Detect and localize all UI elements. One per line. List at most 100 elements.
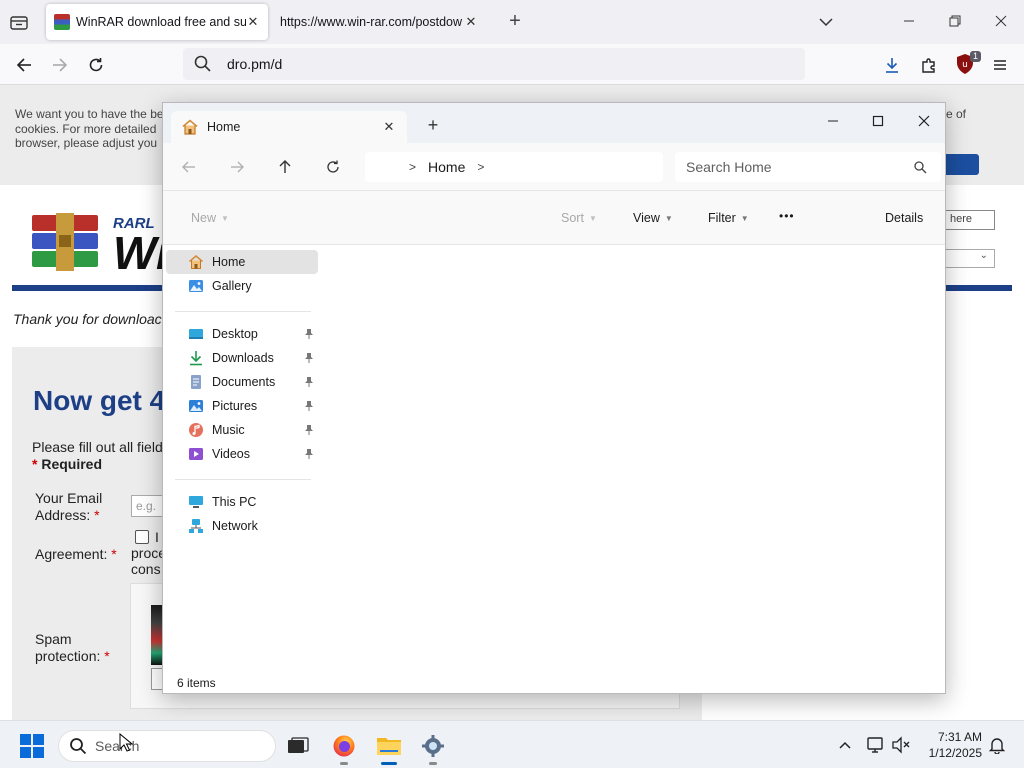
breadcrumb-chevron-icon[interactable]: > <box>477 160 484 174</box>
sidebar-item-videos[interactable]: Videos <box>166 442 318 466</box>
hamburger-menu-icon[interactable] <box>988 53 1012 77</box>
agreement-line: proce <box>131 545 167 561</box>
explorer-minimize-button[interactable] <box>818 109 848 135</box>
back-arrow-icon[interactable] <box>12 53 36 77</box>
sidebar-item-label: Home <box>212 255 246 269</box>
sidebar-item-music[interactable]: Music <box>166 418 318 442</box>
taskbar-app-file-explorer[interactable] <box>369 729 409 765</box>
taskbar-search-box[interactable]: Search <box>58 730 276 762</box>
tab-list-icon[interactable] <box>8 12 30 32</box>
pin-icon[interactable] <box>304 376 314 388</box>
explorer-close-button[interactable] <box>909 109 939 135</box>
agreement-label-text: Agreement: <box>35 546 108 562</box>
taskbar: Search 7:31 AM 1/12/2025 <box>0 720 1024 768</box>
taskbar-app-task-view[interactable] <box>278 729 318 765</box>
view-button[interactable]: View ▼ <box>633 211 673 225</box>
sidebar-item-label: Desktop <box>212 327 258 341</box>
close-tab-icon[interactable]: ✕ <box>464 14 478 30</box>
network-status-icon[interactable] <box>866 735 886 755</box>
explorer-maximize-button[interactable] <box>863 109 893 135</box>
view-button-label: View <box>633 211 660 225</box>
chevron-down-icon: ▼ <box>740 213 749 223</box>
breadcrumb-chevron-icon[interactable]: > <box>409 160 416 174</box>
new-tab-button[interactable]: + <box>505 10 525 34</box>
breadcrumb[interactable]: > Home > <box>365 152 663 182</box>
search-icon <box>193 54 213 74</box>
sort-button[interactable]: Sort ▼ <box>561 211 597 225</box>
home-icon <box>188 254 204 270</box>
email-label-line: Your Email <box>35 490 103 506</box>
clock-date: 1/12/2025 <box>928 746 982 760</box>
new-button[interactable]: New ▼ <box>191 211 229 225</box>
this-pc-icon <box>188 494 204 510</box>
running-indicator-active <box>381 762 397 765</box>
sidebar-item-downloads[interactable]: Downloads <box>166 346 318 370</box>
downloads-arrow-icon[interactable] <box>880 53 904 77</box>
search-icon <box>913 160 927 174</box>
taskbar-app-firefox[interactable] <box>324 729 364 765</box>
cookie-banner-text: We want you to have the be cookies. For … <box>15 107 165 151</box>
windows-start-icon[interactable] <box>20 734 44 758</box>
cookie-accept-button[interactable] <box>946 154 979 175</box>
pin-icon[interactable] <box>304 448 314 460</box>
details-button[interactable]: Details <box>885 211 923 225</box>
notification-bell-icon[interactable] <box>987 735 1007 755</box>
firefox-icon <box>332 734 356 761</box>
sidebar-item-label: Gallery <box>212 279 252 293</box>
list-all-tabs-chevron-icon[interactable] <box>816 12 836 32</box>
pin-icon[interactable] <box>304 400 314 412</box>
taskbar-clock[interactable]: 7:31 AM 1/12/2025 <box>918 729 982 761</box>
sidebar-item-label: Downloads <box>212 351 274 365</box>
explorer-back-arrow-icon[interactable] <box>179 157 199 177</box>
explorer-search-placeholder: Search Home <box>686 159 772 175</box>
sidebar-item-pictures[interactable]: Pictures <box>166 394 318 418</box>
file-list-area[interactable] <box>323 245 945 675</box>
browser-tab-winrar[interactable]: WinRAR download free and sup ✕ <box>46 4 268 40</box>
logo-winrar-text: Wi <box>113 227 169 279</box>
forward-arrow-icon[interactable] <box>48 53 72 77</box>
sidebar-item-desktop[interactable]: Desktop <box>166 322 318 346</box>
navigation-pane: Home Gallery Desktop Downloads Documents… <box>163 245 323 675</box>
explorer-tab-title: Home <box>207 120 241 134</box>
browser-minimize-button[interactable] <box>897 10 921 34</box>
language-select[interactable]: ⌄ <box>946 249 995 268</box>
extensions-puzzle-icon[interactable] <box>917 53 941 77</box>
filter-button[interactable]: Filter ▼ <box>708 211 749 225</box>
ublock-origin-extension-icon[interactable]: u 1 <box>955 51 981 77</box>
pin-icon[interactable] <box>304 328 314 340</box>
sidebar-item-documents[interactable]: Documents <box>166 370 318 394</box>
explorer-search-input[interactable]: Search Home <box>675 152 941 182</box>
volume-muted-icon[interactable] <box>891 735 911 755</box>
close-tab-icon[interactable]: ✕ <box>246 14 260 30</box>
taskbar-app-settings[interactable] <box>413 729 453 765</box>
agreement-label: Agreement: * <box>35 546 117 562</box>
explorer-forward-arrow-icon[interactable] <box>227 157 247 177</box>
sidebar-item-label: Pictures <box>212 399 258 413</box>
sidebar-item-gallery[interactable]: Gallery <box>166 274 318 298</box>
explorer-refresh-icon[interactable] <box>323 157 343 177</box>
chevron-down-icon: ▼ <box>664 213 673 223</box>
cookie-line: We want you to have the be <box>15 107 164 121</box>
site-search-input[interactable]: here <box>946 210 995 230</box>
url-bar[interactable]: dro.pm/d <box>183 48 805 80</box>
explorer-new-tab-button[interactable]: + <box>425 115 441 135</box>
sidebar-item-label: Network <box>212 519 258 533</box>
browser-restore-button[interactable] <box>943 10 967 34</box>
explorer-tab-home[interactable]: Home ✕ <box>171 111 407 143</box>
sidebar-item-label: This PC <box>212 495 257 509</box>
sidebar-item-network[interactable]: Network <box>166 514 318 538</box>
sidebar-item-this-pc[interactable]: This PC <box>166 490 318 514</box>
pin-icon[interactable] <box>304 352 314 364</box>
breadcrumb-item-home[interactable]: Home <box>428 159 465 175</box>
reload-icon[interactable] <box>84 53 108 77</box>
browser-close-button[interactable] <box>989 10 1013 34</box>
show-hidden-icons-chevron-icon[interactable] <box>835 735 855 755</box>
close-tab-icon[interactable]: ✕ <box>379 119 399 135</box>
winrar-favicon-icon <box>54 14 70 30</box>
sidebar-item-home[interactable]: Home <box>166 250 318 274</box>
documents-icon <box>188 374 204 390</box>
browser-tab-postdownload[interactable]: https://www.win-rar.com/postdow ✕ <box>272 4 486 40</box>
pin-icon[interactable] <box>304 424 314 436</box>
explorer-up-arrow-icon[interactable] <box>275 157 295 177</box>
more-options-button[interactable]: ••• <box>779 209 795 223</box>
